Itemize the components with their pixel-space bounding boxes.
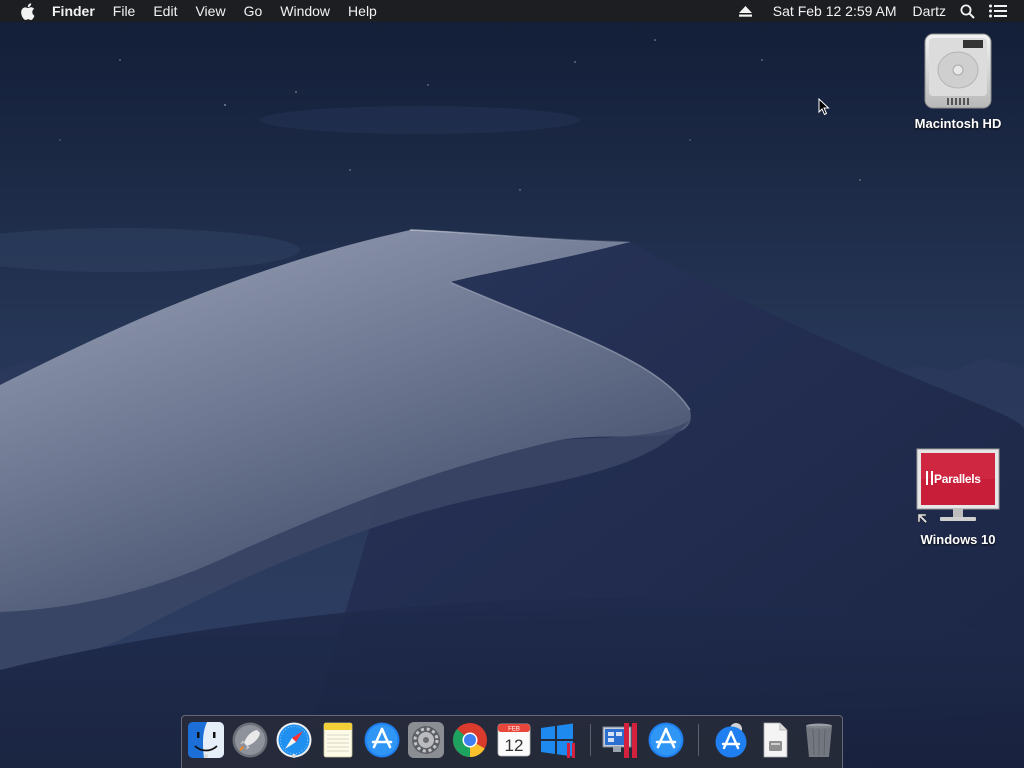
dock-item-system-preferences[interactable] — [407, 721, 445, 759]
running-indicator — [292, 754, 296, 758]
dock-item-chrome[interactable] — [451, 721, 489, 759]
menu-go[interactable]: Go — [235, 0, 272, 22]
dock-item-app-store[interactable] — [363, 721, 401, 759]
document-stack-icon — [763, 722, 788, 758]
parallels-logo-text: Parallels — [934, 472, 981, 486]
launchpad-icon — [232, 722, 268, 758]
hard-drive-icon — [919, 30, 997, 110]
desktop-icon-windows-10[interactable]: Parallels Windows 10 — [898, 448, 1018, 547]
dock-item-downloads[interactable] — [712, 721, 750, 759]
parallels-desktop-icon — [602, 723, 637, 758]
trash-icon — [806, 723, 832, 757]
dock-item-app-store-2[interactable] — [647, 721, 685, 759]
dock-item-calendar[interactable]: FEB 12 — [495, 721, 533, 759]
desktop-icon-macintosh-hd[interactable]: Macintosh HD — [898, 30, 1018, 131]
spotlight-search-icon[interactable] — [953, 4, 982, 19]
desktop-icon-label: Macintosh HD — [914, 116, 1002, 131]
dock-separator — [698, 724, 699, 756]
dock-item-finder[interactable] — [187, 721, 225, 759]
menu-bar: Finder File Edit View Go Window Help Sat… — [0, 0, 1024, 22]
dock-item-windows-10[interactable] — [539, 721, 577, 759]
windows-parallels-icon — [541, 723, 575, 758]
app-store-icon — [364, 722, 400, 758]
apple-icon[interactable] — [19, 2, 35, 20]
chrome-icon — [452, 723, 487, 757]
app-store-icon — [648, 722, 684, 758]
calendar-icon: FEB 12 — [497, 723, 531, 757]
mouse-cursor-icon — [818, 98, 830, 116]
user-menu[interactable]: Dartz — [904, 0, 953, 22]
menu-edit[interactable]: Edit — [144, 0, 186, 22]
dock-item-launchpad[interactable] — [231, 721, 269, 759]
running-indicator — [204, 754, 208, 758]
calendar-day: 12 — [505, 736, 524, 755]
dock-item-parallels-desktop[interactable] — [602, 721, 640, 759]
parallels-vm-icon: Parallels — [916, 448, 1000, 526]
clock-datetime[interactable]: Sat Feb 12 2:59 AM — [759, 0, 904, 22]
parallels-bars-icon — [926, 471, 933, 485]
calendar-month: FEB — [508, 727, 520, 733]
dock-item-document[interactable] — [756, 721, 794, 759]
eject-icon[interactable] — [732, 5, 759, 17]
menu-window[interactable]: Window — [271, 0, 339, 22]
menu-file[interactable]: File — [104, 0, 145, 22]
dock-item-trash[interactable] — [800, 721, 838, 759]
notification-center-icon[interactable] — [982, 4, 1014, 18]
menu-view[interactable]: View — [186, 0, 234, 22]
desktop-icon-label: Windows 10 — [920, 532, 996, 547]
downloads-stack-icon — [715, 723, 747, 758]
dock-separator — [590, 724, 591, 756]
dock-item-safari[interactable] — [275, 721, 313, 759]
menu-help[interactable]: Help — [339, 0, 386, 22]
dock-item-notes[interactable] — [319, 721, 357, 759]
menu-app-finder[interactable]: Finder — [49, 0, 104, 22]
desktop-wallpaper — [0, 0, 1024, 768]
dock: FEB 12 — [181, 715, 843, 768]
notes-icon — [323, 722, 353, 758]
system-preferences-icon — [408, 722, 444, 758]
